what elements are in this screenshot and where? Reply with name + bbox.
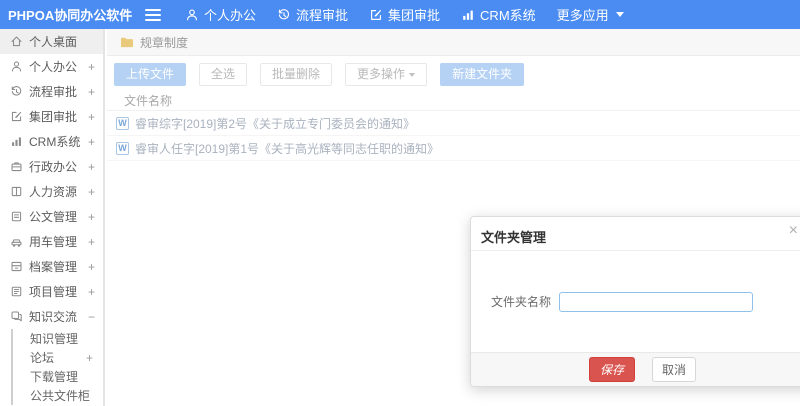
car-icon [11, 239, 22, 247]
caret-down-icon [615, 12, 624, 17]
nav-item-more-apps[interactable]: 更多应用 [557, 5, 624, 24]
history-icon [278, 8, 290, 19]
folder-name-label: 文件夹名称 [491, 295, 552, 309]
archive-icon [11, 261, 22, 272]
expand-icon[interactable]: + [88, 85, 95, 99]
expand-icon[interactable]: + [88, 285, 95, 299]
sidebar-item-admin-office[interactable]: 行政办公 + [0, 154, 103, 179]
bar-chart-icon [463, 10, 473, 20]
close-icon[interactable]: × [789, 223, 798, 239]
select-all-button[interactable]: 全选 [199, 63, 248, 86]
topbar: PHPOA协同办公软件 个人办公 流程审批 集团审批 CRM系统 更多应用 [0, 0, 800, 29]
expand-icon[interactable]: + [88, 235, 95, 249]
batch-delete-button[interactable]: 批量删除 [260, 63, 333, 86]
menu-icon[interactable] [145, 8, 161, 21]
expand-icon[interactable]: + [88, 210, 95, 224]
expand-icon[interactable]: + [88, 60, 95, 74]
sidebar-item-crm[interactable]: CRM系统 + [0, 129, 103, 154]
save-button[interactable]: 保存 [588, 357, 635, 382]
expand-icon[interactable]: + [88, 260, 95, 274]
sidebar-item-group-approval[interactable]: 集团审批 + [0, 104, 103, 129]
top-nav: 个人办公 流程审批 集团审批 CRM系统 更多应用 [185, 5, 645, 24]
expand-icon[interactable]: + [88, 185, 95, 199]
briefcase-icon [11, 162, 22, 172]
nav-item-workflow-approval[interactable]: 流程审批 [277, 5, 348, 24]
history-icon [11, 86, 22, 96]
sidebar-item-document-mgmt[interactable]: 公文管理 + [0, 204, 103, 229]
table-row[interactable]: W 睿审人任字[2019]第1号《关于高光辉等同志任职的通知》 [107, 136, 800, 161]
edit-square-icon [11, 111, 22, 122]
knowledge-submenu: 知识管理 论坛 + 下载管理 公共文件柜 [11, 329, 103, 405]
folder-name-input[interactable] [559, 291, 754, 312]
book-icon [11, 186, 22, 197]
document-icon [11, 211, 22, 222]
upload-file-button[interactable]: 上传文件 [114, 63, 187, 86]
user-icon [187, 9, 197, 20]
nav-item-group-approval[interactable]: 集团审批 [369, 5, 440, 24]
word-doc-icon: W [116, 116, 129, 130]
nav-item-crm[interactable]: CRM系统 [461, 5, 536, 24]
expand-icon[interactable]: + [88, 135, 95, 149]
expand-icon[interactable]: + [88, 160, 95, 174]
expand-icon[interactable]: + [86, 351, 93, 365]
folder-management-dialog: 文件夹管理 × 文件夹名称 保存 取消 [470, 216, 800, 387]
chat-copy-icon [11, 311, 22, 322]
project-board-icon [11, 286, 22, 297]
sidebar-item-vehicle-mgmt[interactable]: 用车管理 + [0, 229, 103, 254]
collapse-icon[interactable]: − [88, 310, 95, 324]
cancel-button[interactable]: 取消 [652, 357, 697, 382]
sidebar-item-project-mgmt[interactable]: 项目管理 + [0, 279, 103, 304]
sidebar-item-hr[interactable]: 人力资源 + [0, 179, 103, 204]
table-row[interactable]: W 睿审综字[2019]第2号《关于成立专门委员会的通知》 [107, 111, 800, 136]
home-icon [11, 36, 22, 47]
modal-footer: 保存 取消 [471, 352, 800, 386]
sidebar-item-archive-mgmt[interactable]: 档案管理 + [0, 254, 103, 279]
word-doc-icon: W [116, 141, 129, 155]
caret-down-icon [409, 72, 416, 77]
folder-icon [121, 37, 133, 48]
sidebar-subitem-download-mgmt[interactable]: 下载管理 [13, 367, 103, 386]
breadcrumb-label: 规章制度 [140, 35, 189, 50]
toolbar: 上传文件 全选 批量删除 更多操作 新建文件夹 [107, 56, 800, 91]
file-name-column-header: 文件名称 [107, 91, 800, 111]
modal-body: 文件夹名称 [471, 251, 800, 352]
expand-icon[interactable]: + [88, 110, 95, 124]
sidebar-item-knowledge-exchange[interactable]: 知识交流 − [0, 304, 103, 329]
sidebar-subitem-public-file-cabinet[interactable]: 公共文件柜 [13, 386, 103, 405]
more-actions-button[interactable]: 更多操作 [345, 63, 428, 86]
breadcrumb: 规章制度 [107, 29, 800, 56]
bar-chart-icon [12, 137, 21, 146]
app-logo: PHPOA协同办公软件 [8, 8, 133, 23]
modal-title: 文件夹管理 [481, 230, 547, 245]
user-icon [11, 61, 22, 72]
file-table: 文件名称 W 睿审综字[2019]第2号《关于成立专门委员会的通知》 W 睿审人… [107, 91, 800, 161]
edit-square-icon [371, 9, 381, 20]
sidebar-subitem-knowledge-mgmt[interactable]: 知识管理 [13, 329, 103, 348]
modal-header: 文件夹管理 × [471, 217, 800, 251]
nav-item-personal-office[interactable]: 个人办公 [185, 5, 256, 24]
new-folder-button[interactable]: 新建文件夹 [440, 63, 525, 86]
sidebar-item-personal-desktop[interactable]: 个人桌面 [0, 29, 103, 54]
file-name[interactable]: 睿审人任字[2019]第1号《关于高光辉等同志任职的通知》 [135, 140, 439, 157]
sidebar-subitem-forum[interactable]: 论坛 + [13, 348, 103, 367]
sidebar-item-workflow-approval[interactable]: 流程审批 + [0, 79, 103, 104]
sidebar: 个人桌面 个人办公 + 流程审批 + 集团审批 + CRM系统 + 行政办公 +… [0, 29, 105, 406]
file-name[interactable]: 睿审综字[2019]第2号《关于成立专门委员会的通知》 [135, 115, 415, 132]
sidebar-item-personal-office[interactable]: 个人办公 + [0, 54, 103, 79]
